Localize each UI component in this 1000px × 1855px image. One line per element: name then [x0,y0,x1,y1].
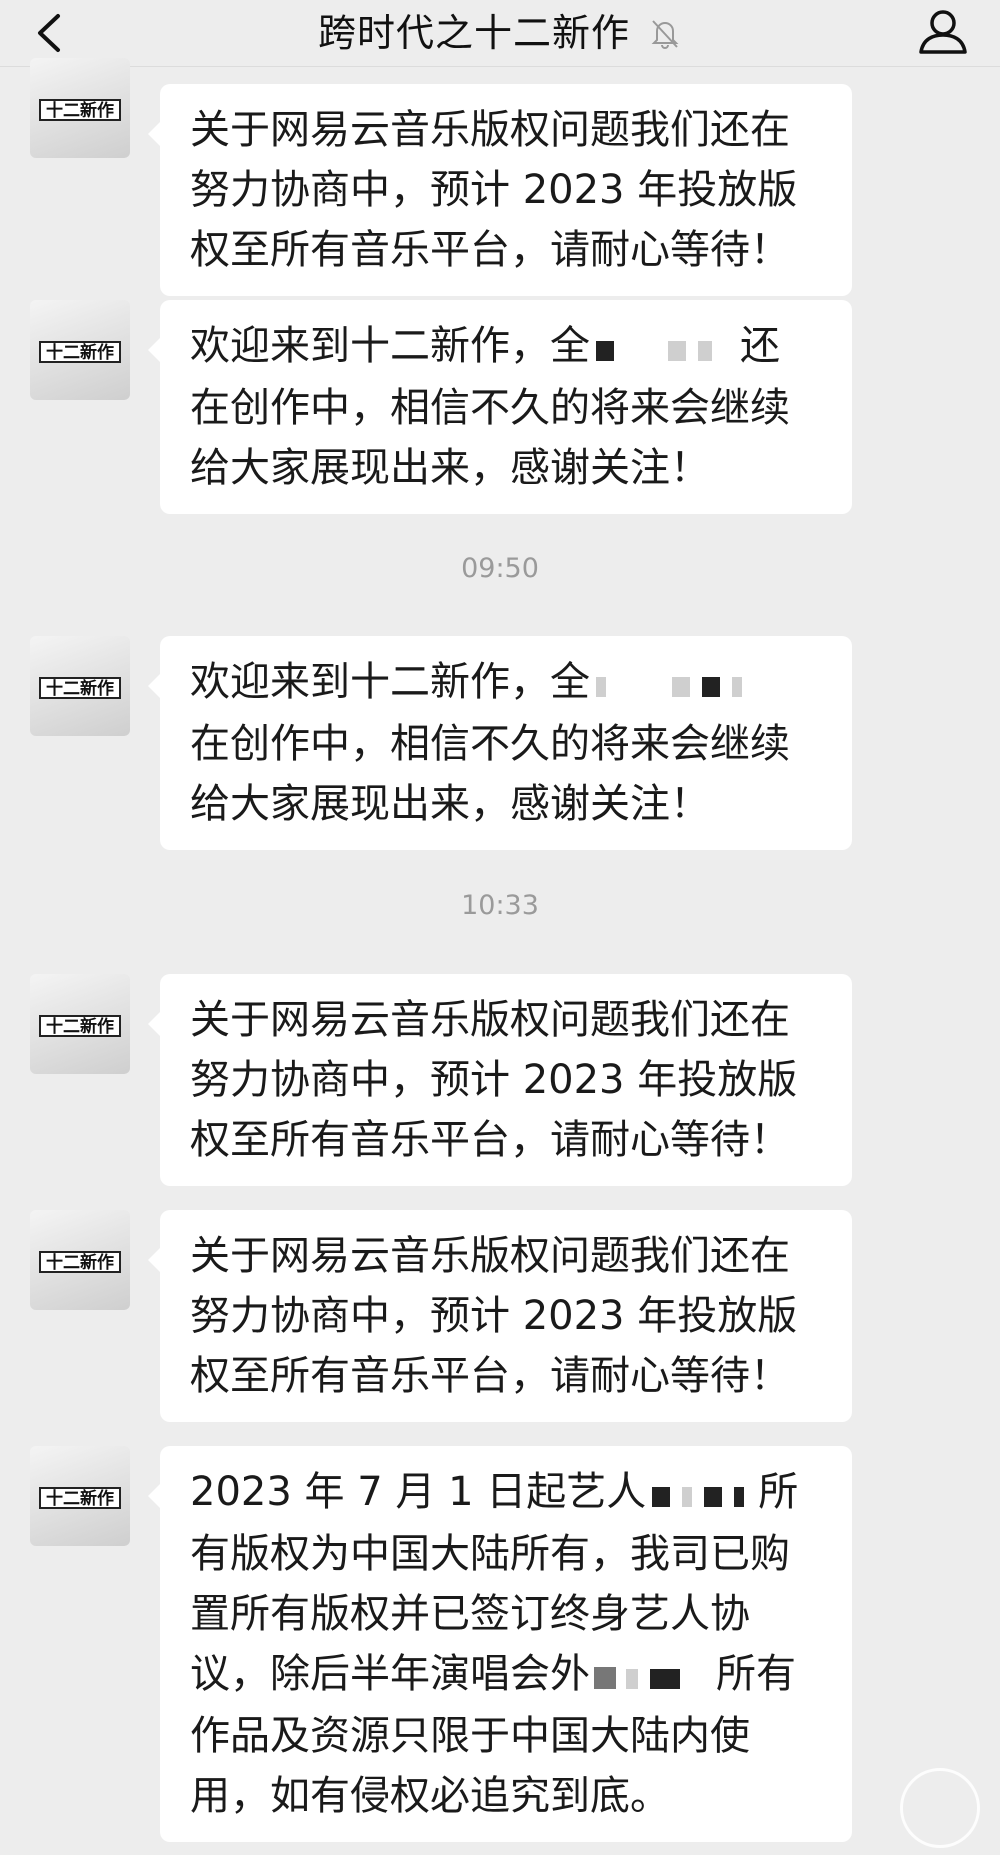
logo-icon: 十二新作 [39,341,121,363]
message-line: 权至所有音乐平台，请耐心等待！ [190,227,790,273]
chat-title: 跨时代之十二新作 [317,11,630,55]
message-line: 给大家展现出来，感谢关注！ [190,445,710,491]
logo-icon: 十二新作 [39,1251,121,1273]
sender-avatar[interactable]: 十二新作 [30,58,130,158]
message-line: 用，如有侵权必追究到底。 [190,1773,670,1819]
message-line: 作品及资源只限于中国大陆内使 [190,1713,750,1759]
message-bubble[interactable]: 关于网易云音乐版权问题我们还在 努力协商中，预计 2023 年投放版 权至所有音… [148,974,852,1186]
message-text: 2023 年 7 月 1 日起艺人 [190,1469,647,1515]
timestamp: 09:50 [461,553,539,584]
svg-text:十二新作: 十二新作 [46,1252,114,1273]
svg-text:十二新作: 十二新作 [46,678,114,699]
logo-icon: 十二新作 [39,99,121,121]
message-line: 在创作中，相信不久的将来会继续 [190,385,790,431]
logo-icon: 十二新作 [39,677,121,699]
message-text: 欢迎来到十二新作，全 [190,659,590,705]
sender-avatar[interactable]: 十二新作 [30,1446,130,1546]
message-line: 关于网易云音乐版权问题我们还在 [190,1233,790,1279]
message-bubble[interactable]: 2023 年 7 月 1 日起艺人 所 有版权为中国大陆所有，我司已购 置所有版权… [148,1446,852,1842]
message-line: 欢迎来到十二新作，全 还 [190,316,826,378]
redaction-mosaic [590,1646,716,1706]
timestamp: 10:33 [461,890,539,921]
redaction-mosaic [646,1464,758,1524]
message-line: 权至所有音乐平台，请耐心等待！ [190,1117,790,1163]
message-text: 议，除后半年演唱会外 [190,1651,590,1697]
message-line: 在创作中，相信不久的将来会继续 [190,721,790,767]
sender-avatar[interactable]: 十二新作 [30,300,130,400]
redaction-mosaic [590,318,740,378]
message-line: 2023 年 7 月 1 日起艺人 所 [190,1462,826,1524]
svg-text:十二新作: 十二新作 [46,1488,114,1509]
message-text: 欢迎来到十二新作，全 [190,323,590,369]
chat-header: 跨时代之十二新作 [0,0,1000,67]
message-text: 所 [758,1469,799,1515]
message-bubble[interactable]: 欢迎来到十二新作，全 还 在创作中，相信不久的将来会继续 给大家展现出来，感谢关注… [148,300,852,514]
message-line: 置所有版权并已签订终身艺人协 [190,1591,750,1637]
sender-avatar[interactable]: 十二新作 [30,636,130,736]
message-text: 所有 [716,1651,796,1697]
watermark-seal [900,1768,980,1848]
message-bubble[interactable]: 关于网易云音乐版权问题我们还在 努力协商中，预计 2023 年投放版 权至所有音… [148,1210,852,1422]
message-text: 还 [740,323,780,369]
message-line: 努力协商中，预计 2023 年投放版 [190,1057,798,1103]
message-bubble[interactable]: 欢迎来到十二新作，全 在创作中，相信不久的将来会继续 给大家展现出来，感谢关注！ [148,636,852,850]
redaction-mosaic [590,654,780,714]
logo-icon: 十二新作 [39,1487,121,1509]
svg-text:十二新作: 十二新作 [46,342,114,363]
bell-off-icon [651,20,679,49]
message-line: 努力协商中，预计 2023 年投放版 [190,167,798,213]
message-line: 议，除后半年演唱会外 所有 [190,1644,826,1706]
message-line: 有版权为中国大陆所有，我司已购 [190,1531,790,1577]
svg-text:十二新作: 十二新作 [46,100,114,121]
sender-avatar[interactable]: 十二新作 [30,1210,130,1310]
message-line: 努力协商中，预计 2023 年投放版 [190,1293,798,1339]
sender-avatar[interactable]: 十二新作 [30,974,130,1074]
message-line: 欢迎来到十二新作，全 [190,652,826,714]
logo-icon: 十二新作 [39,1015,121,1037]
message-bubble[interactable]: 关于网易云音乐版权问题我们还在 努力协商中，预计 2023 年投放版 权至所有音… [148,84,852,296]
message-line: 关于网易云音乐版权问题我们还在 [190,107,790,153]
person-icon [919,10,967,54]
profile-button[interactable] [916,6,970,58]
message-line: 关于网易云音乐版权问题我们还在 [190,997,790,1043]
svg-text:十二新作: 十二新作 [46,1016,114,1037]
chat-title-wrap: 跨时代之十二新作 [0,8,1000,58]
message-line: 给大家展现出来，感谢关注！ [190,781,710,827]
message-line: 权至所有音乐平台，请耐心等待！ [190,1353,790,1399]
